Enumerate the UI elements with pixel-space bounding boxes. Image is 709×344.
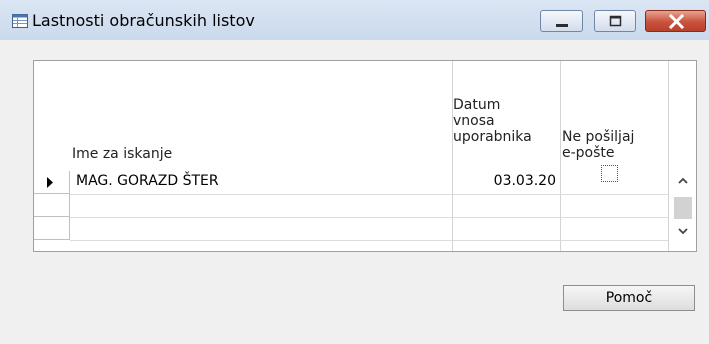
- minimize-button[interactable]: [540, 10, 583, 32]
- maximize-button[interactable]: [594, 10, 636, 32]
- scroll-down-icon[interactable]: [674, 223, 692, 239]
- column-header-no-email[interactable]: Ne pošiljaj e-pošte: [562, 129, 634, 161]
- close-button[interactable]: [645, 10, 706, 32]
- cell-name[interactable]: MAG. GORAZD ŠTER: [76, 172, 219, 190]
- help-button[interactable]: Pomoč: [563, 285, 695, 311]
- dialog-window: Lastnosti obračunskih listov Ime za iska…: [0, 0, 709, 344]
- scrollbar-thumb[interactable]: [674, 197, 692, 219]
- column-header-name[interactable]: Ime za iskanje: [72, 146, 172, 162]
- cell-date[interactable]: 03.03.20: [452, 172, 556, 190]
- row-selector[interactable]: [34, 217, 70, 240]
- minimize-icon: [556, 24, 568, 27]
- current-row-pointer-icon: [47, 177, 53, 188]
- scroll-up-icon[interactable]: [674, 173, 692, 189]
- title-bar[interactable]: Lastnosti obračunskih listov: [0, 0, 709, 40]
- column-date: [452, 61, 561, 251]
- table-window-icon: [12, 14, 28, 28]
- no-email-checkbox[interactable]: [601, 165, 618, 182]
- records-grid: Ime za iskanje Datum vnosa uporabnika Ne…: [33, 60, 697, 252]
- close-icon: [668, 13, 685, 30]
- maximize-icon: [609, 15, 622, 27]
- column-header-date[interactable]: Datum vnosa uporabnika: [453, 97, 532, 145]
- window-title: Lastnosti obračunskih listov: [32, 11, 255, 30]
- row-selector[interactable]: [34, 194, 70, 217]
